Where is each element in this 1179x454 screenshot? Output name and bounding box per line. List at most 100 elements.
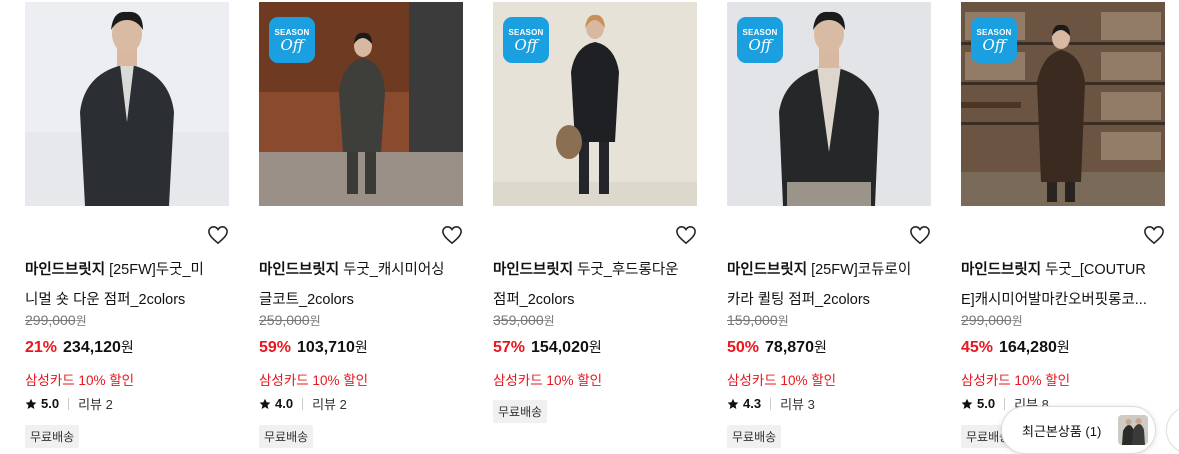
product-image[interactable]: SEASON Off [961, 2, 1165, 206]
product-image[interactable] [25, 2, 229, 206]
heart-icon[interactable] [675, 225, 697, 245]
star-icon [727, 398, 739, 409]
star-icon [961, 398, 973, 409]
rating-row: 5.0 리뷰 2 [25, 394, 113, 413]
sale-price-value: 234,120 [63, 339, 121, 356]
review-count: 리뷰 2 [78, 397, 113, 412]
review-count: 리뷰 2 [312, 397, 347, 412]
product-card[interactable]: SEASON Off 마인드브릿지 [25FW]코듀로이 카라 퀼팅 점퍼_2co… [727, 2, 931, 448]
original-price-value: 159,000 [727, 312, 778, 328]
product-card[interactable]: SEASON Off 마인드브릿지 두굿_캐시미어싱 글코트_2colors 25… [259, 2, 463, 448]
discount-rate: 21% [25, 339, 58, 356]
product-name-cont: 글코트_2colors [259, 292, 354, 308]
product-name: [25FW]코듀로이 [807, 262, 912, 278]
sale-price-value: 78,870 [765, 339, 814, 356]
product-name: 두굿_캐시미어싱 [339, 262, 445, 278]
free-shipping-badge: 무료배송 [25, 425, 80, 448]
product-title[interactable]: 마인드브릿지 두굿_캐시미어싱 글코트_2colors [259, 255, 463, 315]
season-off-badge: SEASON Off [269, 17, 315, 63]
recent-thumbnail [1118, 415, 1148, 445]
product-card[interactable]: SEASON Off 마인드브릿지 두굿_후드롱다운 점퍼_2colors 359… [493, 2, 697, 423]
sale-price: 57% 154,020원 [493, 337, 602, 357]
season-off-badge: SEASON Off [737, 17, 783, 63]
original-price: 259,000원 [259, 312, 321, 329]
original-price: 299,000원 [25, 312, 87, 329]
won-unit: 원 [309, 314, 321, 328]
heart-icon[interactable] [909, 225, 931, 245]
badge-line2: Off [748, 35, 772, 54]
heart-icon[interactable] [1143, 225, 1165, 245]
free-shipping-badge: 무료배송 [259, 425, 314, 448]
brand-name: 마인드브릿지 [25, 262, 106, 278]
free-shipping-badge: 무료배송 [493, 400, 548, 423]
heart-icon[interactable] [441, 225, 463, 245]
product-name-cont: E]캐시미어발마칸오버핏롱코... [961, 292, 1147, 308]
won-unit: 원 [813, 339, 827, 355]
original-price-value: 259,000 [259, 312, 310, 328]
product-image[interactable]: SEASON Off [493, 2, 697, 206]
product-name: 두굿_후드롱다운 [573, 262, 679, 278]
season-off-badge: SEASON Off [971, 17, 1017, 63]
star-icon [259, 398, 271, 409]
product-card[interactable]: 마인드브릿지 [25FW]두굿_미 니멀 숏 다운 점퍼_2colors 299… [25, 2, 229, 448]
rating-score: 4.3 [743, 396, 762, 411]
product-image[interactable]: SEASON Off [259, 2, 463, 206]
sale-price: 45% 164,280원 [961, 337, 1070, 357]
product-image[interactable]: SEASON Off [727, 2, 931, 206]
won-unit: 원 [777, 314, 789, 328]
product-name: 두굿_[COUTUR [1041, 262, 1146, 278]
divider [68, 397, 70, 410]
rating-row: 4.0 리뷰 2 [259, 394, 347, 413]
original-price: 299,000원 [961, 312, 1023, 329]
won-unit: 원 [120, 339, 134, 355]
badge-line2: Off [982, 35, 1006, 54]
original-price-value: 299,000 [961, 312, 1012, 328]
rating-score: 5.0 [977, 396, 996, 411]
original-price-value: 359,000 [493, 312, 544, 328]
sale-price-value: 154,020 [531, 339, 589, 356]
sale-price-value: 164,280 [999, 339, 1057, 356]
heart-icon[interactable] [207, 225, 229, 245]
sale-price: 50% 78,870원 [727, 337, 827, 357]
original-price: 359,000원 [493, 312, 555, 329]
recent-viewed-button[interactable]: 최근본상품 (1) [1001, 406, 1156, 454]
divider [770, 397, 772, 410]
original-price: 159,000원 [727, 312, 789, 329]
card-discount: 삼성카드 10% 할인 [259, 373, 369, 388]
won-unit: 원 [543, 314, 555, 328]
divider [302, 397, 304, 410]
won-unit: 원 [75, 314, 87, 328]
product-name-cont: 카라 퀼팅 점퍼_2colors [727, 292, 870, 308]
badge-line2: Off [514, 35, 538, 54]
rating-score: 5.0 [41, 396, 60, 411]
card-discount: 삼성카드 10% 할인 [25, 373, 135, 388]
original-price-value: 299,000 [25, 312, 76, 328]
product-name-cont: 니멀 숏 다운 점퍼_2colors [25, 292, 186, 308]
free-shipping-badge: 무료배송 [727, 425, 782, 448]
won-unit: 원 [354, 339, 368, 355]
card-discount: 삼성카드 10% 할인 [493, 373, 603, 388]
rating-row: 4.3 리뷰 3 [727, 394, 815, 413]
product-title[interactable]: 마인드브릿지 두굿_후드롱다운 점퍼_2colors [493, 255, 697, 315]
product-title[interactable]: 마인드브릿지 [25FW]두굿_미 니멀 숏 다운 점퍼_2colors [25, 255, 229, 315]
rating-score: 4.0 [275, 396, 294, 411]
product-card[interactable]: SEASON Off 마인드브릿지 두굿_[COUTUR E]캐시미어발마칸오버핏… [961, 2, 1165, 448]
won-unit: 원 [1056, 339, 1070, 355]
sale-price: 21% 234,120원 [25, 337, 134, 357]
won-unit: 원 [588, 339, 602, 355]
badge-line2: Off [280, 35, 304, 54]
discount-rate: 50% [727, 339, 760, 356]
scroll-next-button[interactable] [1166, 406, 1179, 454]
card-discount: 삼성카드 10% 할인 [727, 373, 837, 388]
discount-rate: 57% [493, 339, 526, 356]
star-icon [25, 398, 37, 409]
brand-name: 마인드브릿지 [961, 262, 1042, 278]
product-title[interactable]: 마인드브릿지 두굿_[COUTUR E]캐시미어발마칸오버핏롱코... [961, 255, 1165, 315]
discount-rate: 59% [259, 339, 292, 356]
product-title[interactable]: 마인드브릿지 [25FW]코듀로이 카라 퀼팅 점퍼_2colors [727, 255, 931, 315]
recent-viewed-label: 최근본상품 (1) [1022, 423, 1102, 439]
divider [1004, 397, 1006, 410]
product-name-cont: 점퍼_2colors [493, 292, 575, 308]
sale-price: 59% 103,710원 [259, 337, 368, 357]
sale-price-value: 103,710 [297, 339, 355, 356]
